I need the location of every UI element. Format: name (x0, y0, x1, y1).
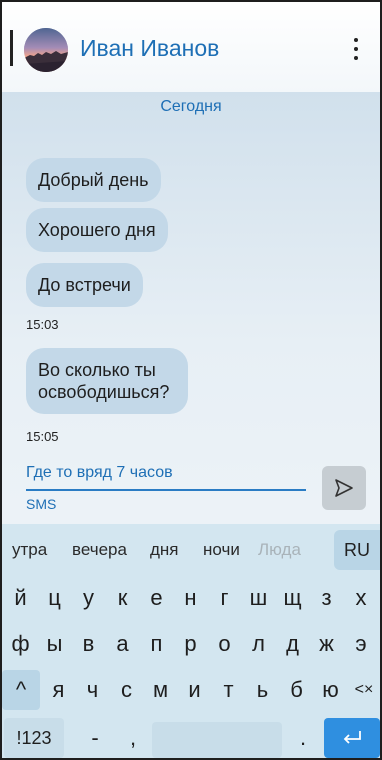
key[interactable]: у (72, 578, 105, 618)
date-separator: Сегодня (160, 98, 222, 115)
key[interactable]: ц (38, 578, 71, 618)
key[interactable]: ч (76, 670, 109, 710)
message-bubble[interactable]: До встречи (26, 263, 143, 307)
key[interactable]: я (42, 670, 75, 710)
message-text: Добрый день (38, 170, 149, 190)
suggestion-strip: утра вечера дня ночи Люда RU (2, 524, 380, 574)
key[interactable]: з (310, 578, 343, 618)
message-input[interactable]: Где то вряд 7 часов (26, 464, 173, 482)
key[interactable]: л (242, 624, 275, 664)
key[interactable]: ы (38, 624, 71, 664)
key[interactable]: б (280, 670, 313, 710)
keyboard-row: !123 - , . (2, 718, 380, 758)
key[interactable]: ш (242, 578, 275, 618)
enter-key[interactable] (324, 718, 380, 758)
key[interactable]: ю (314, 670, 347, 710)
key[interactable]: п (140, 624, 173, 664)
message-text: Во сколько ты освободишься? (38, 360, 170, 402)
key[interactable]: с (110, 670, 143, 710)
keyboard-row: ф ы в а п р о л д ж э (2, 624, 380, 664)
key[interactable]: ж (310, 624, 343, 664)
back-indicator[interactable] (10, 30, 13, 66)
suggestion[interactable]: ночи (203, 540, 240, 560)
key[interactable]: а (106, 624, 139, 664)
keyboard-row: ^ я ч с м и т ь б ю <× (2, 670, 380, 710)
backspace-icon: <× (354, 681, 374, 698)
menu-dot (354, 47, 358, 51)
keyboard-row: й ц у к е н г ш щ з х (2, 578, 380, 618)
send-icon (335, 479, 353, 497)
key[interactable]: е (140, 578, 173, 618)
message-bubble[interactable]: Добрый день (26, 158, 161, 202)
key[interactable]: д (276, 624, 309, 664)
message-bubble[interactable]: Хорошего дня (26, 208, 168, 252)
key[interactable]: , (116, 718, 150, 758)
key[interactable]: . (286, 718, 320, 758)
suggestion[interactable]: утра (12, 540, 47, 560)
suggestion[interactable]: вечера (72, 540, 127, 560)
key[interactable]: й (4, 578, 37, 618)
key[interactable]: г (208, 578, 241, 618)
suggestion[interactable]: дня (150, 540, 179, 560)
key[interactable]: в (72, 624, 105, 664)
keyboard: утра вечера дня ночи Люда RU й ц у к е н… (2, 524, 380, 758)
avatar[interactable] (24, 28, 68, 72)
suggestion[interactable]: Люда (258, 540, 312, 560)
symbols-key[interactable]: !123 (4, 718, 64, 758)
key[interactable]: ф (4, 624, 37, 664)
message-time: 15:03 (26, 317, 59, 332)
key[interactable]: э (344, 624, 378, 664)
language-key[interactable]: RU (334, 530, 380, 570)
contact-name[interactable]: Иван Иванов (80, 35, 219, 62)
key[interactable]: и (178, 670, 211, 710)
message-text: До встречи (38, 275, 131, 295)
phone-screen: Иван Иванов Сегодня Добрый день Хорошего… (0, 0, 382, 760)
shift-key[interactable]: ^ (2, 670, 40, 710)
menu-dot (354, 38, 358, 42)
chat-header: Иван Иванов (2, 2, 380, 92)
key[interactable]: н (174, 578, 207, 618)
key[interactable]: х (344, 578, 378, 618)
sim-label: SMS (26, 496, 57, 512)
message-time: 15:05 (26, 429, 59, 444)
avatar-image (24, 28, 68, 72)
key[interactable]: м (144, 670, 177, 710)
backspace-key[interactable]: <× (348, 670, 380, 710)
more-vertical-icon[interactable] (350, 34, 362, 64)
key[interactable]: р (174, 624, 207, 664)
key[interactable]: к (106, 578, 139, 618)
input-underline (26, 489, 306, 491)
enter-icon (343, 731, 361, 744)
message-bubble[interactable]: Во сколько ты освободишься? (26, 348, 188, 414)
space-key[interactable] (152, 722, 282, 758)
menu-dot (354, 56, 358, 60)
key[interactable]: - (78, 718, 112, 758)
shift-icon: ^ (15, 677, 27, 702)
key[interactable]: о (208, 624, 241, 664)
key[interactable]: щ (276, 578, 309, 618)
send-button[interactable] (322, 466, 366, 510)
key[interactable]: т (212, 670, 245, 710)
message-text: Хорошего дня (38, 220, 156, 240)
key[interactable]: ь (246, 670, 279, 710)
